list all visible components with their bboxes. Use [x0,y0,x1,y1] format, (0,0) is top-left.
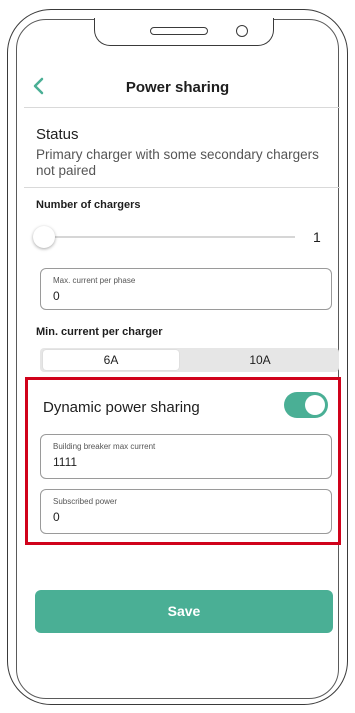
option-6a[interactable]: 6A [43,350,179,370]
dynamic-power-sharing-toggle[interactable] [284,392,328,418]
building-breaker-field[interactable]: Building breaker max current 1111 [40,434,332,479]
header-divider [24,107,340,108]
dynamic-power-sharing-label: Dynamic power sharing [43,399,200,416]
status-text: Primary charger with some secondary char… [36,147,319,178]
max-current-label: Max. current per phase [53,276,136,285]
toggle-knob [305,395,325,415]
page-title: Power sharing [125,79,230,96]
option-10a[interactable]: 10A [190,350,330,370]
max-current-value: 0 [53,289,60,303]
chargers-slider-thumb[interactable] [33,226,55,248]
max-current-field[interactable]: Max. current per phase 0 [40,268,332,310]
building-breaker-value: 1111 [53,455,78,469]
subscribed-power-field[interactable]: Subscribed power 0 [40,489,332,534]
building-breaker-label: Building breaker max current [53,442,156,451]
chargers-slider-track[interactable] [45,236,295,238]
subscribed-power-value: 0 [53,510,60,524]
min-current-selector: 6A 10A [40,348,339,372]
min-current-label: Min. current per charger [36,326,163,338]
status-divider [24,187,340,188]
chargers-label: Number of chargers [36,199,141,211]
status-label: Status [36,126,79,143]
subscribed-power-label: Subscribed power [53,497,118,506]
chargers-value: 1 [313,229,321,245]
speaker-icon [150,27,208,35]
save-button[interactable]: Save [35,590,333,633]
camera-icon [236,25,248,37]
